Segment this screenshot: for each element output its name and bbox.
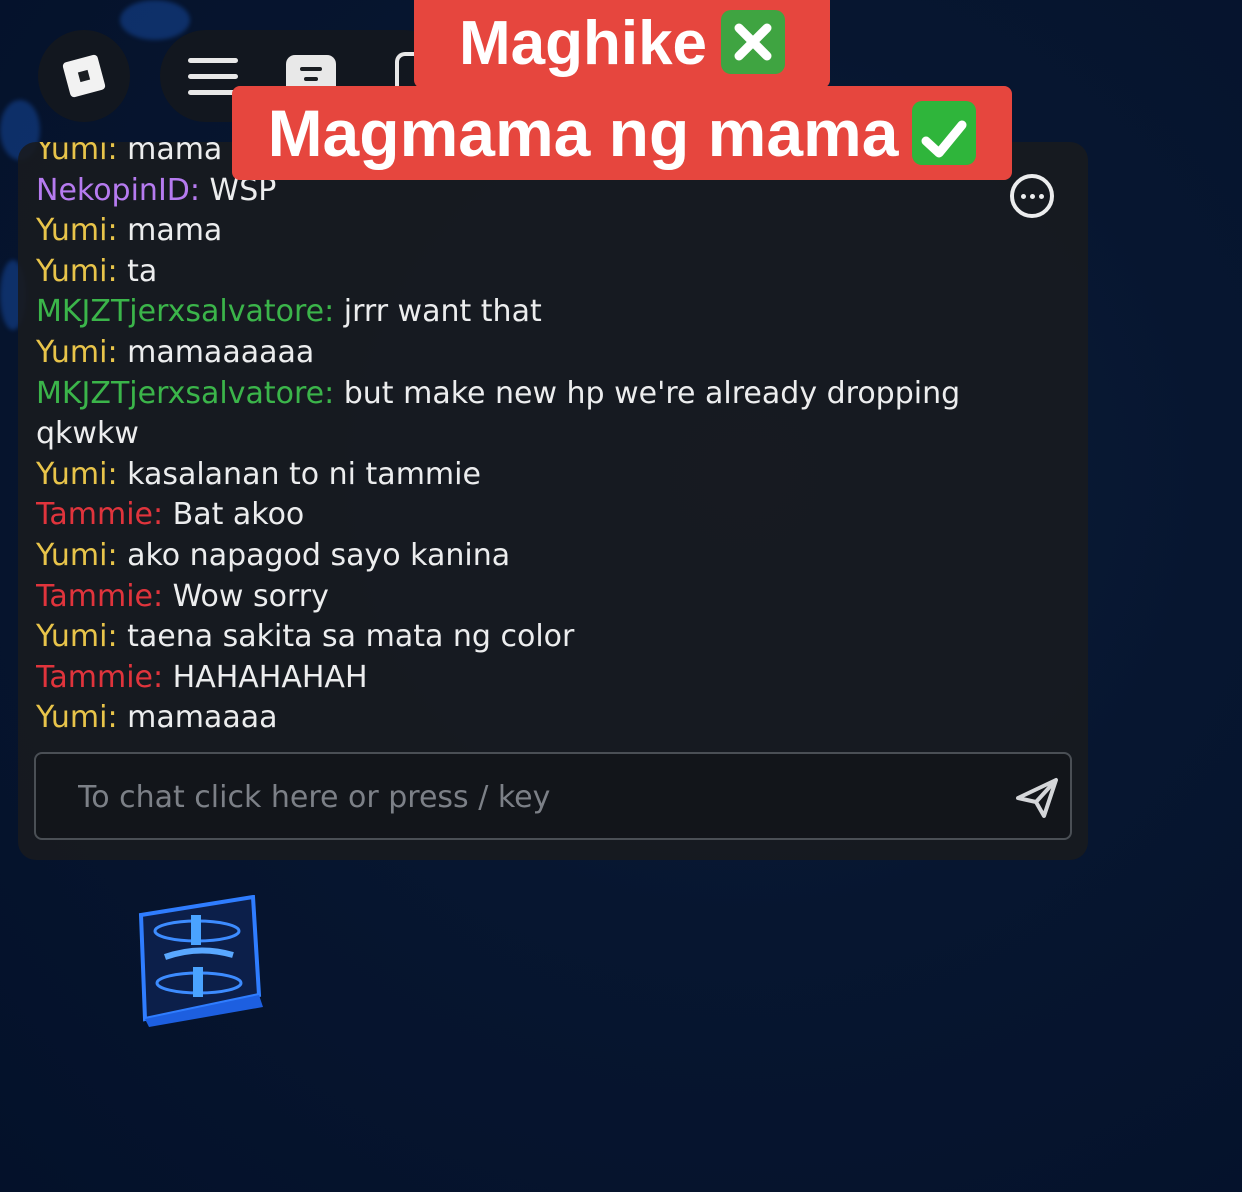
chat-message-speaker[interactable]: MKJZTjerxsalvatore:	[36, 376, 334, 411]
chat-message-text: mamaaaaaa	[117, 334, 315, 370]
chat-message: MKJZTjerxsalvatore: but make new hp we'r…	[36, 374, 1026, 455]
world-glow	[120, 0, 190, 40]
chat-message-speaker[interactable]: Yumi:	[36, 538, 118, 573]
roblox-menu-button[interactable]	[38, 30, 130, 122]
chat-message-speaker[interactable]: Yumi:	[36, 700, 118, 735]
chat-message: Tammie: Bat akoo	[36, 495, 1026, 536]
chat-message-speaker[interactable]: Tammie:	[36, 660, 163, 695]
chat-message-speaker[interactable]: Tammie:	[36, 497, 163, 532]
chat-message: Tammie: HAHAHAHAH	[36, 658, 1026, 699]
chat-message-speaker[interactable]: Tammie:	[36, 579, 163, 614]
chat-message-text: mama	[117, 213, 223, 249]
chat-message-text: ako napagod sayo kanina	[117, 537, 511, 573]
chat-window: Yumi: mama NekopinID: WSP Yumi: mama Yumi: …	[18, 142, 1088, 860]
chat-message: Yumi: mama	[36, 211, 1026, 252]
chat-message-text: Wow sorry	[163, 578, 329, 614]
chat-message-text: ta	[117, 253, 158, 289]
cross-mark-icon	[721, 9, 786, 74]
chat-message: Yumi: kasalanan to ni tammie	[36, 455, 1026, 496]
more-options-icon[interactable]	[1010, 174, 1054, 218]
caption-right-text: Magmama ng mama	[267, 96, 899, 170]
chat-message-text: mama	[117, 142, 223, 167]
chat-message: Yumi: taena sakita sa mata ng color	[36, 617, 1026, 658]
chat-message-speaker[interactable]: Yumi:	[36, 142, 118, 167]
chat-message-text: kasalanan to ni tammie	[117, 456, 481, 492]
chat-message-speaker[interactable]: Yumi:	[36, 619, 118, 654]
chat-message: Yumi: mamaaaa	[36, 698, 1026, 739]
send-paper-plane-icon[interactable]	[1012, 774, 1062, 822]
floating-block-object	[138, 895, 263, 1027]
chat-message: Yumi: ako napagod sayo kanina	[36, 536, 1026, 577]
caption-wrong-text: Maghike	[458, 9, 708, 78]
roblox-logo-icon	[62, 54, 106, 98]
caption-right: Magmama ng mama	[232, 86, 1012, 180]
chat-message-speaker[interactable]: Yumi:	[36, 213, 118, 248]
hamburger-menu-icon[interactable]	[188, 58, 238, 96]
chat-message: Tammie: Wow sorry	[36, 577, 1026, 618]
chat-message-speaker[interactable]: Yumi:	[36, 254, 118, 289]
chat-message-list[interactable]: Yumi: mama NekopinID: WSP Yumi: mama Yumi: …	[36, 142, 1026, 740]
chat-message-speaker[interactable]: NekopinID:	[36, 173, 200, 208]
chat-message: MKJZTjerxsalvatore: jrrr want that	[36, 292, 1026, 333]
chat-message-speaker[interactable]: MKJZTjerxsalvatore:	[36, 294, 334, 329]
chat-message-text: taena sakita sa mata ng color	[117, 619, 575, 655]
chat-message-speaker[interactable]: Yumi:	[36, 335, 118, 370]
chat-message-text: mamaaaa	[117, 700, 278, 736]
chat-message-text: Bat akoo	[163, 497, 305, 533]
chat-message-speaker[interactable]: Yumi:	[36, 457, 118, 492]
chat-input-box[interactable]	[34, 752, 1072, 840]
chat-message: Yumi: mamaaaaaa	[36, 333, 1026, 374]
chat-input[interactable]	[76, 776, 960, 818]
chat-message: Yumi: ta	[36, 252, 1026, 293]
check-mark-icon	[912, 100, 977, 165]
caption-wrong: Maghike	[414, 0, 830, 88]
chat-scroll-container: Yumi: mama NekopinID: WSP Yumi: mama Yumi: …	[36, 142, 1026, 739]
chat-message-text: jrrr want that	[334, 294, 542, 330]
chat-message-text: HAHAHAHAH	[163, 659, 368, 695]
